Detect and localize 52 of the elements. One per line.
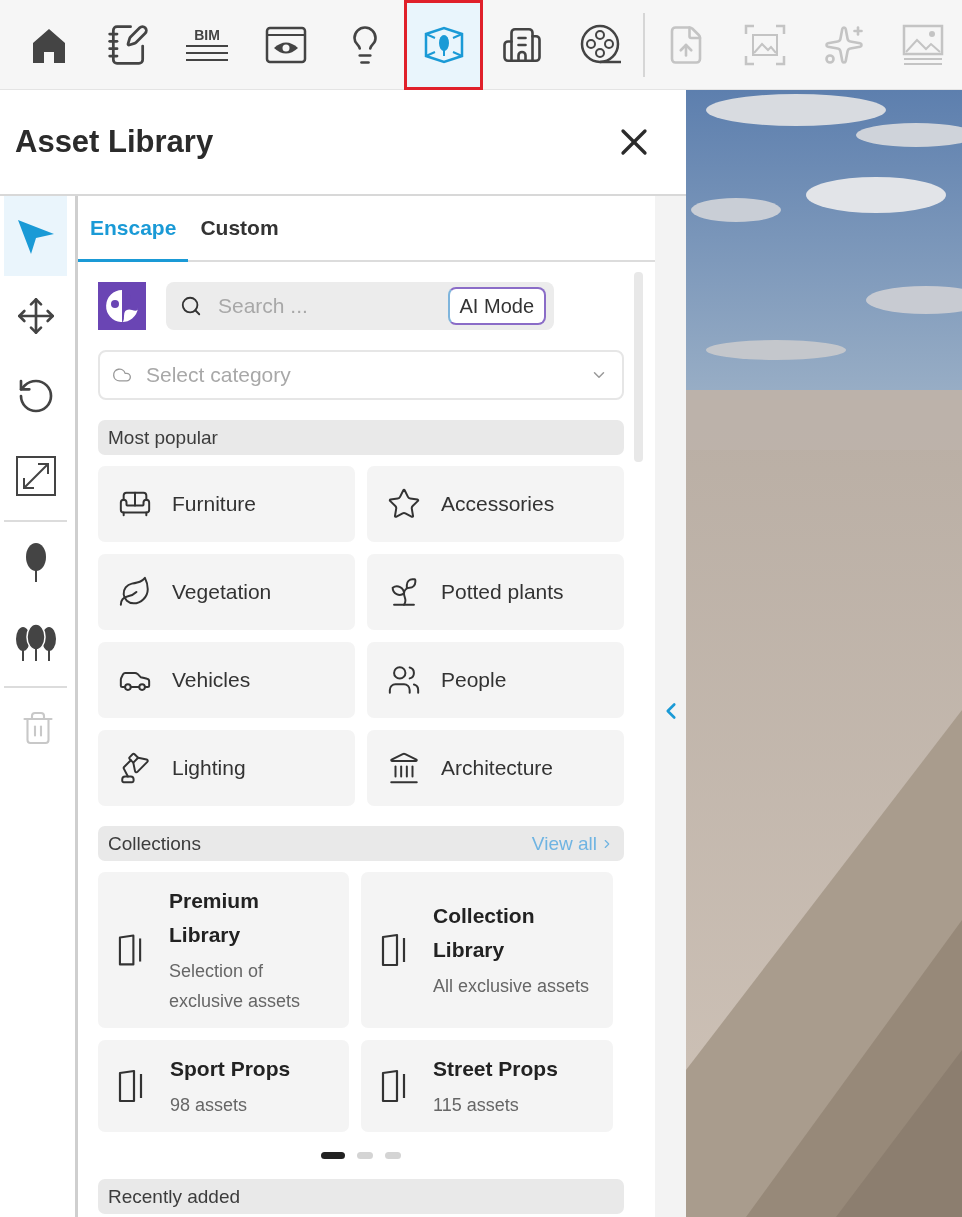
section-title: Recently added (108, 1185, 241, 1208)
lamp-icon (118, 751, 152, 785)
collection-subtitle: Selection of exclusive assets (169, 960, 302, 1013)
category-card[interactable]: Accessories (367, 466, 624, 542)
category-card[interactable]: Furniture (98, 466, 355, 542)
category-card[interactable]: Vegetation (98, 554, 355, 630)
category-card[interactable]: Lighting (98, 730, 355, 806)
category-card[interactable]: Potted plants (367, 554, 624, 630)
cloud-icon (112, 365, 132, 385)
toolbar-button[interactable]: BIM (167, 0, 247, 90)
category-card[interactable]: Vehicles (98, 642, 355, 718)
leaf-icon (118, 575, 152, 609)
collection-subtitle: All exclusive assets (433, 975, 591, 998)
tab[interactable]: Custom (188, 196, 291, 262)
cube-tree-icon (422, 24, 465, 65)
browser-eye-icon (264, 24, 307, 65)
collection-card[interactable]: Sport Props 98 assets (98, 1040, 349, 1132)
collection-title: Collection Library (433, 903, 536, 963)
toolbar-button[interactable] (404, 0, 484, 90)
category-card[interactable]: People (367, 642, 624, 718)
tree-icon (24, 542, 47, 582)
door-icon (118, 933, 143, 967)
search-field[interactable]: Search ... AI Mode (166, 282, 554, 330)
collection-title: Street Props (433, 1056, 558, 1082)
collection-card[interactable]: Street Props 115 assets (361, 1040, 613, 1132)
ai-mode-button[interactable]: AI Mode (447, 287, 546, 325)
sparkles-icon (822, 23, 865, 66)
collection-card[interactable]: Collection Library All exclusive assets (361, 872, 613, 1028)
scale-icon (15, 456, 56, 496)
door-icon (381, 933, 407, 967)
palette-logo-icon (98, 282, 146, 330)
trees-icon (14, 623, 57, 661)
search-icon (180, 295, 202, 317)
door-icon (381, 1069, 407, 1103)
panel-title: Asset Library (15, 124, 214, 160)
image-frame-icon (743, 23, 786, 66)
collection-card[interactable]: Premium Library Selection of exclusive assets (98, 872, 349, 1028)
collection-subtitle: 98 assets (170, 1094, 249, 1117)
museum-icon (387, 751, 421, 785)
door-icon (118, 1069, 144, 1103)
collection-subtitle: 115 assets (433, 1094, 520, 1117)
section-title: Most popular (108, 426, 218, 449)
move-icon (15, 296, 56, 336)
film-reel-icon (580, 23, 623, 66)
section-title: Collections (108, 832, 201, 855)
image-icon (901, 23, 944, 66)
notepad-icon (106, 22, 151, 67)
people-icon (387, 663, 421, 697)
star-icon (387, 487, 421, 521)
collection-title: Sport Props (170, 1056, 291, 1082)
category-card[interactable]: Architecture (367, 730, 624, 806)
collection-title: Premium Library (169, 888, 260, 948)
